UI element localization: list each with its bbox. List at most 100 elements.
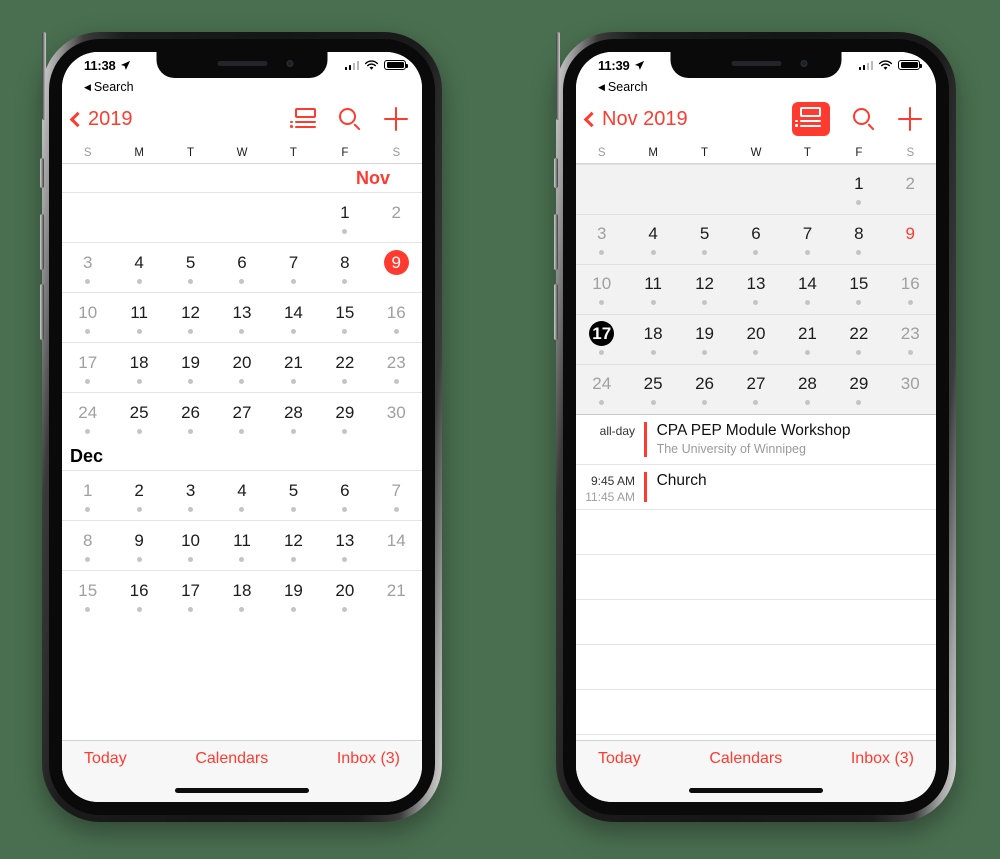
day-cell-22[interactable]: 22 bbox=[833, 315, 884, 364]
day-cell-4[interactable]: 4 bbox=[113, 243, 164, 292]
home-indicator[interactable] bbox=[689, 788, 823, 793]
day-cell-8[interactable]: 8 bbox=[833, 215, 884, 264]
day-cell-12[interactable]: 12 bbox=[268, 521, 319, 570]
day-cell-9[interactable]: 9 bbox=[113, 521, 164, 570]
calendars-button[interactable]: Calendars bbox=[195, 750, 268, 768]
day-cell-10[interactable]: 10 bbox=[576, 265, 627, 314]
day-cell-24[interactable]: 24 bbox=[576, 365, 627, 414]
day-cell-18[interactable]: 18 bbox=[216, 571, 267, 620]
volume-up-button[interactable] bbox=[40, 214, 44, 270]
day-cell-11[interactable]: 11 bbox=[113, 293, 164, 342]
day-cell-6[interactable]: 6 bbox=[319, 471, 370, 520]
day-cell-1[interactable]: 1 bbox=[319, 193, 370, 242]
day-cell-21[interactable]: 21 bbox=[268, 343, 319, 392]
day-cell-13[interactable]: 13 bbox=[216, 293, 267, 342]
day-cell-23[interactable]: 23 bbox=[885, 315, 936, 364]
day-cell-27[interactable]: 27 bbox=[216, 393, 267, 442]
back-to-search[interactable]: ◀ Search bbox=[62, 78, 422, 96]
day-cell-12[interactable]: 12 bbox=[679, 265, 730, 314]
event-row-empty[interactable] bbox=[576, 690, 936, 735]
day-cell-1[interactable]: 1 bbox=[62, 471, 113, 520]
calendars-button[interactable]: Calendars bbox=[709, 750, 782, 768]
day-cell-26[interactable]: 26 bbox=[165, 393, 216, 442]
calendar-scroll-left[interactable]: Nov 1 2 3 4 5 6 7 8 9 10 11 12 13 14 15 16 17 18 19 20 21 22 23… bbox=[62, 164, 422, 620]
day-cell-15[interactable]: 15 bbox=[62, 571, 113, 620]
day-cell-15[interactable]: 15 bbox=[319, 293, 370, 342]
day-cell-24[interactable]: 24 bbox=[62, 393, 113, 442]
day-cell-6[interactable]: 6 bbox=[730, 215, 781, 264]
day-cell-10[interactable]: 10 bbox=[62, 293, 113, 342]
day-cell-28[interactable]: 28 bbox=[782, 365, 833, 414]
day-cell-20[interactable]: 20 bbox=[216, 343, 267, 392]
day-cell-7[interactable]: 7 bbox=[371, 471, 422, 520]
day-cell-6[interactable]: 6 bbox=[216, 243, 267, 292]
day-cell-1[interactable]: 1 bbox=[833, 165, 884, 214]
plus-icon[interactable] bbox=[898, 107, 922, 131]
day-cell-27[interactable]: 27 bbox=[730, 365, 781, 414]
back-to-search[interactable]: ◀ Search bbox=[576, 78, 936, 96]
day-cell-20[interactable]: 20 bbox=[319, 571, 370, 620]
day-cell-19[interactable]: 19 bbox=[165, 343, 216, 392]
day-cell-8[interactable]: 8 bbox=[319, 243, 370, 292]
day-cell-17[interactable]: 17 bbox=[62, 343, 113, 392]
list-view-icon[interactable] bbox=[290, 107, 316, 131]
day-cell-5[interactable]: 5 bbox=[165, 243, 216, 292]
day-cell-13[interactable]: 13 bbox=[730, 265, 781, 314]
day-cell-30[interactable]: 30 bbox=[885, 365, 936, 414]
day-cell-28[interactable]: 28 bbox=[268, 393, 319, 442]
day-cell-13[interactable]: 13 bbox=[319, 521, 370, 570]
day-cell-9[interactable]: 9 bbox=[885, 215, 936, 264]
day-cell-7[interactable]: 7 bbox=[782, 215, 833, 264]
day-cell-25[interactable]: 25 bbox=[113, 393, 164, 442]
nav-back-button[interactable]: 2019 bbox=[69, 108, 133, 131]
day-cell-21[interactable]: 21 bbox=[371, 571, 422, 620]
day-cell-23[interactable]: 23 bbox=[371, 343, 422, 392]
day-cell-29[interactable]: 29 bbox=[833, 365, 884, 414]
day-cell-20[interactable]: 20 bbox=[730, 315, 781, 364]
silent-switch[interactable] bbox=[554, 158, 558, 188]
day-cell-16[interactable]: 16 bbox=[371, 293, 422, 342]
home-indicator[interactable] bbox=[175, 788, 309, 793]
day-cell-11[interactable]: 11 bbox=[216, 521, 267, 570]
day-cell-19[interactable]: 19 bbox=[679, 315, 730, 364]
day-cell-19[interactable]: 19 bbox=[268, 571, 319, 620]
day-cell-3[interactable]: 3 bbox=[165, 471, 216, 520]
day-cell-2[interactable]: 2 bbox=[113, 471, 164, 520]
silent-switch[interactable] bbox=[40, 158, 44, 188]
day-cell-14[interactable]: 14 bbox=[371, 521, 422, 570]
day-cell-12[interactable]: 12 bbox=[165, 293, 216, 342]
volume-down-button[interactable] bbox=[554, 284, 558, 340]
plus-icon[interactable] bbox=[384, 107, 408, 131]
day-cell-17[interactable]: 17 bbox=[165, 571, 216, 620]
day-cell-5[interactable]: 5 bbox=[268, 471, 319, 520]
day-cell-25[interactable]: 25 bbox=[627, 365, 678, 414]
day-cell-14[interactable]: 14 bbox=[268, 293, 319, 342]
day-cell-10[interactable]: 10 bbox=[165, 521, 216, 570]
day-cell-21[interactable]: 21 bbox=[782, 315, 833, 364]
day-cell-26[interactable]: 26 bbox=[679, 365, 730, 414]
day-cell-17[interactable]: 17 bbox=[576, 315, 627, 364]
day-cell-4[interactable]: 4 bbox=[627, 215, 678, 264]
event-row[interactable]: 9:45 AM 11:45 AM Church bbox=[576, 465, 936, 510]
day-cell-2[interactable]: 2 bbox=[371, 193, 422, 242]
day-cell-16[interactable]: 16 bbox=[113, 571, 164, 620]
day-cell-3[interactable]: 3 bbox=[62, 243, 113, 292]
power-button[interactable] bbox=[42, 32, 46, 120]
day-cell-14[interactable]: 14 bbox=[782, 265, 833, 314]
day-cell-18[interactable]: 18 bbox=[627, 315, 678, 364]
volume-up-button[interactable] bbox=[554, 214, 558, 270]
day-cell-9[interactable]: 9 bbox=[371, 243, 422, 292]
day-cell-5[interactable]: 5 bbox=[679, 215, 730, 264]
day-cell-3[interactable]: 3 bbox=[576, 215, 627, 264]
event-row-empty[interactable] bbox=[576, 510, 936, 555]
list-view-icon[interactable] bbox=[792, 102, 830, 136]
nav-back-button[interactable]: Nov 2019 bbox=[583, 108, 688, 131]
day-cell-18[interactable]: 18 bbox=[113, 343, 164, 392]
day-cell-30[interactable]: 30 bbox=[371, 393, 422, 442]
day-cell-15[interactable]: 15 bbox=[833, 265, 884, 314]
event-row[interactable]: all-day CPA PEP Module Workshop The Univer… bbox=[576, 415, 936, 465]
events-list[interactable]: all-day CPA PEP Module Workshop The Univer… bbox=[576, 414, 936, 735]
day-cell-16[interactable]: 16 bbox=[885, 265, 936, 314]
event-row-empty[interactable] bbox=[576, 600, 936, 645]
day-cell-4[interactable]: 4 bbox=[216, 471, 267, 520]
